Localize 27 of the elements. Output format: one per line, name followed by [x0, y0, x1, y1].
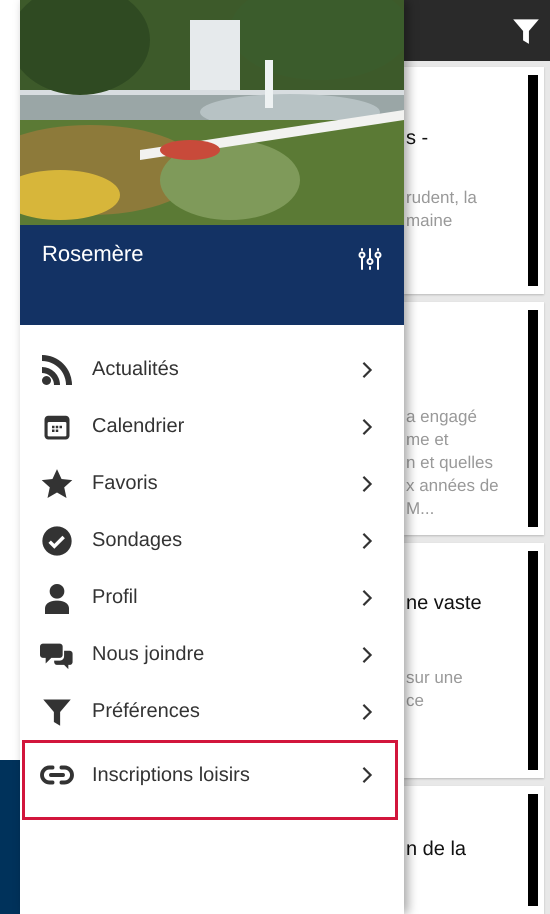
menu-item[interactable]: Inscriptions loisirs	[22, 740, 398, 820]
menu-item[interactable]: Profil	[22, 569, 398, 626]
card-title: n de la	[406, 836, 468, 862]
card-title: ne vaste	[406, 591, 483, 616]
menu-item[interactable]: Favoris	[22, 455, 398, 512]
card-summary: a engagé me et n et quelles x années de M...	[406, 406, 500, 520]
menu-item[interactable]: Nous joindre	[22, 626, 398, 683]
menu-item[interactable]: Calendrier	[22, 398, 398, 455]
chevron-right-icon	[361, 474, 373, 492]
news-card[interactable]: s - rudent, la maine	[404, 67, 544, 294]
chevron-right-icon	[361, 532, 373, 550]
chevron-right-icon	[361, 702, 373, 720]
card-summary: sur une ce	[406, 667, 464, 712]
chevron-right-icon	[361, 360, 373, 378]
chevron-right-icon	[361, 766, 373, 784]
menu-item[interactable]: Sondages	[22, 512, 398, 569]
news-card[interactable]: n de la	[404, 786, 544, 914]
chevron-right-icon	[361, 646, 373, 664]
news-card[interactable]: ne vaste sur une ce	[404, 543, 544, 778]
chevron-right-icon	[361, 588, 373, 606]
card-title: s -	[406, 126, 430, 152]
menu-item[interactable]: Préférences	[22, 683, 398, 740]
card-summary: rudent, la maine	[406, 187, 478, 232]
sliders-icon[interactable]	[358, 247, 382, 271]
menu-item[interactable]: Actualités	[22, 341, 398, 398]
city-name: Rosemère	[42, 240, 144, 268]
chevron-right-icon	[361, 418, 373, 436]
